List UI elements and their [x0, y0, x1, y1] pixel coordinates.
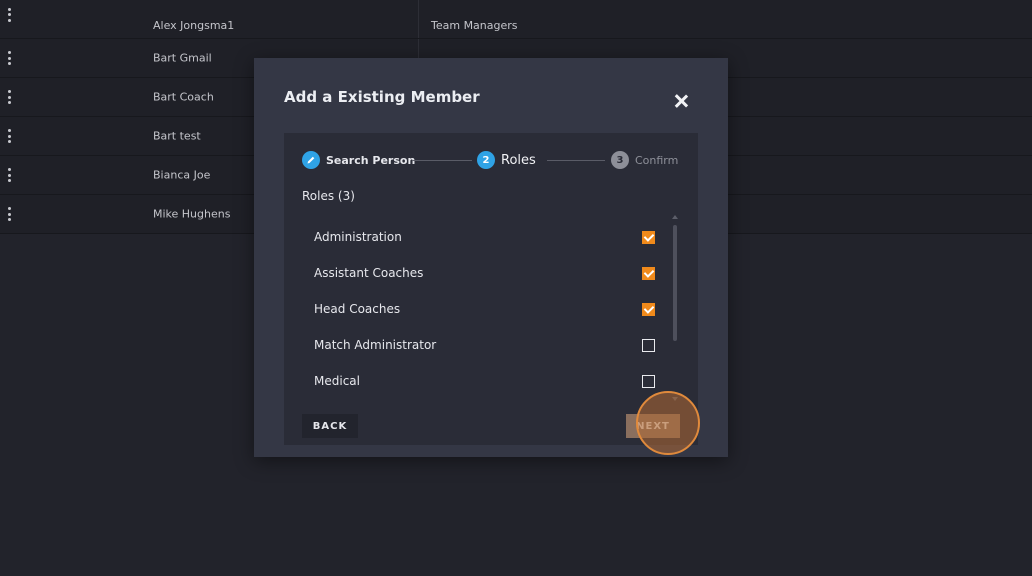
step-number: 2 — [477, 151, 495, 169]
step-roles[interactable]: 2 Roles — [477, 151, 536, 169]
stepper: Search Person 2 Roles 3 Confirm — [302, 151, 680, 169]
column-divider — [418, 0, 419, 38]
list-item[interactable]: Administration — [284, 219, 698, 255]
more-vertical-icon[interactable] — [7, 90, 12, 104]
member-name: Mike Hughens — [153, 207, 231, 221]
role-checkbox[interactable] — [642, 230, 655, 244]
member-name: Bart Coach — [153, 90, 214, 104]
member-role: Team Managers — [431, 19, 518, 32]
role-label: Administration — [314, 230, 402, 244]
role-checkbox[interactable] — [642, 374, 655, 388]
step-connector — [412, 160, 472, 161]
list-item[interactable]: Match Administrator — [284, 327, 698, 363]
more-vertical-icon[interactable] — [7, 7, 12, 22]
role-label: Assistant Coaches — [314, 266, 424, 280]
step-confirm: 3 Confirm — [611, 151, 678, 169]
role-label: Head Coaches — [314, 302, 401, 316]
member-name: Alex Jongsma1 — [153, 19, 235, 32]
step-label: Confirm — [635, 153, 679, 167]
scroll-down-arrow-icon[interactable] — [672, 397, 678, 401]
step-search-person[interactable]: Search Person — [302, 151, 415, 169]
scrollbar-thumb[interactable] — [673, 225, 677, 341]
close-icon[interactable] — [674, 94, 688, 108]
more-vertical-icon[interactable] — [7, 129, 12, 143]
list-item[interactable]: Medical — [284, 363, 698, 399]
step-label: Search Person — [326, 153, 416, 167]
role-label: Match Administrator — [314, 338, 437, 352]
more-vertical-icon[interactable] — [7, 168, 12, 182]
member-name: Bart Gmail — [153, 51, 212, 65]
list-item[interactable]: Assistant Coaches — [284, 255, 698, 291]
back-button[interactable]: BACK — [302, 414, 358, 438]
next-button[interactable]: NEXT — [626, 414, 680, 438]
member-name: Bart test — [153, 129, 201, 143]
role-checkbox[interactable] — [642, 338, 655, 352]
pencil-icon — [302, 151, 320, 169]
role-label: Medical — [314, 374, 360, 388]
more-vertical-icon[interactable] — [7, 51, 12, 65]
add-existing-member-dialog: Add a Existing Member Search Person 2 Ro… — [254, 58, 728, 457]
role-checkbox[interactable] — [642, 266, 655, 280]
dialog-title: Add a Existing Member — [284, 88, 480, 106]
step-number: 3 — [611, 151, 629, 169]
wizard-panel: Search Person 2 Roles 3 Confirm Roles (3… — [284, 133, 700, 455]
list-item[interactable]: Head Coaches — [284, 291, 698, 327]
table-row[interactable]: Alex Jongsma1 Team Managers — [0, 0, 1032, 39]
member-name: Bianca Joe — [153, 168, 211, 182]
scroll-up-arrow-icon[interactable] — [672, 215, 678, 219]
step-label: Roles — [501, 152, 536, 168]
roles-heading: Roles (3) — [302, 189, 355, 203]
role-checkbox[interactable] — [642, 302, 655, 316]
more-vertical-icon[interactable] — [7, 207, 12, 221]
roles-scrollbar[interactable] — [671, 215, 679, 401]
roles-list: Administration Assistant Coaches Head Co… — [284, 219, 698, 399]
step-connector — [547, 160, 605, 161]
